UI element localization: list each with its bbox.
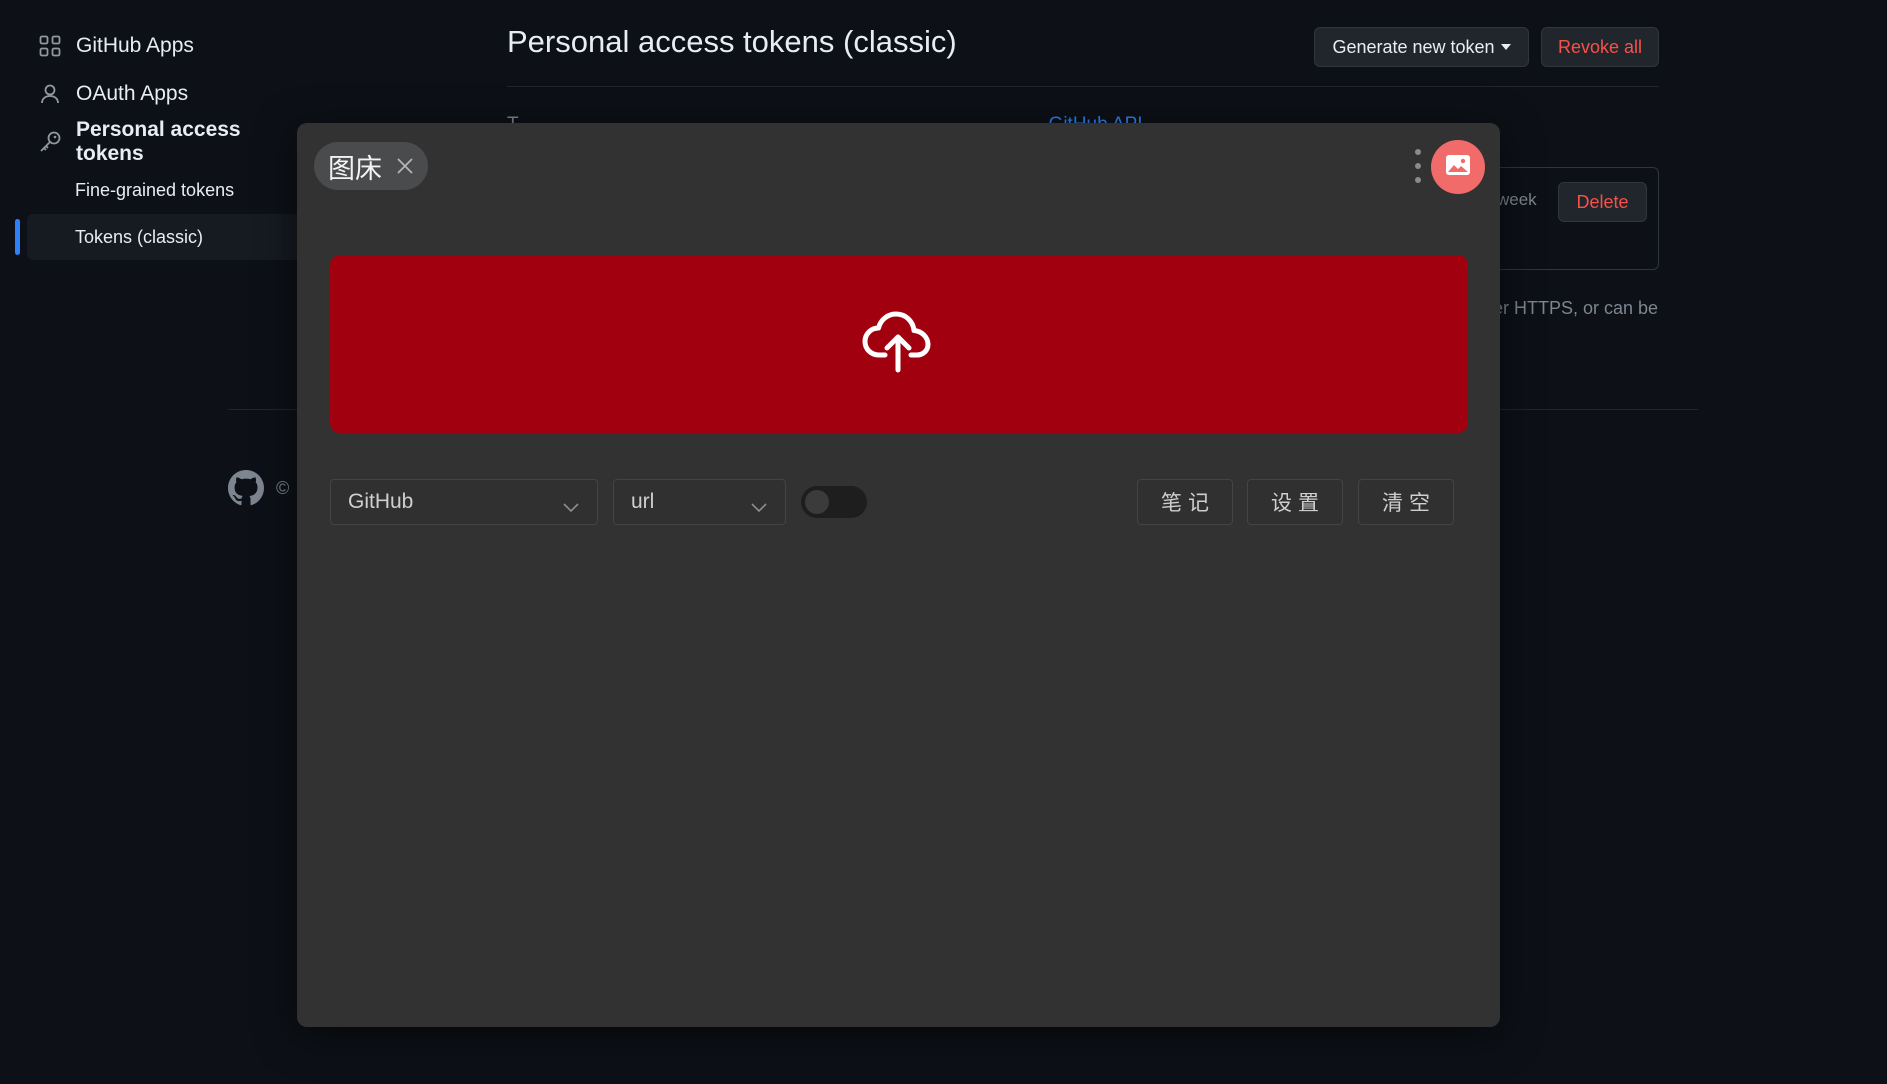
sidebar-item-label: OAuth Apps xyxy=(76,82,189,105)
format-select-value: url xyxy=(631,490,655,513)
image-host-modal: 图床 GitHub url 笔记 设置 清空 xyxy=(297,123,1500,1027)
sidebar-item-personal-access-tokens[interactable]: Personal access tokens xyxy=(38,118,300,165)
generate-new-token-label: Generate new token xyxy=(1332,36,1495,57)
clear-button[interactable]: 清空 xyxy=(1358,479,1454,525)
apps-grid-icon xyxy=(38,34,62,58)
token-expiry-text: week xyxy=(1497,190,1537,209)
notes-button[interactable]: 笔记 xyxy=(1137,479,1233,525)
github-logo-icon[interactable] xyxy=(228,470,264,506)
host-select-value: GitHub xyxy=(348,490,414,513)
https-text-fragment: er HTTPS, or can be xyxy=(1493,298,1659,318)
sidebar-item-oauth-apps[interactable]: OAuth Apps xyxy=(38,74,188,114)
sidebar-item-github-apps[interactable]: GitHub Apps xyxy=(38,26,194,66)
chevron-down-icon xyxy=(563,495,579,519)
cloud-upload-icon xyxy=(861,311,937,378)
tab-label: 图床 xyxy=(328,153,382,184)
page-title: Personal access tokens (classic) xyxy=(507,24,957,59)
revoke-all-button[interactable]: Revoke all xyxy=(1541,27,1659,67)
close-icon[interactable] xyxy=(396,157,414,175)
sidebar-subitem-label: Tokens (classic) xyxy=(75,226,204,247)
selection-indicator xyxy=(15,219,20,255)
upload-dropzone[interactable] xyxy=(330,255,1468,433)
more-options-icon[interactable] xyxy=(1413,149,1423,183)
image-avatar-button[interactable] xyxy=(1431,140,1485,194)
chevron-down-icon xyxy=(751,495,767,519)
sidebar-subitem-fine-grained[interactable]: Fine-grained tokens xyxy=(27,167,302,213)
sidebar-subitem-tokens-classic[interactable]: Tokens (classic) xyxy=(27,214,302,260)
sidebar-item-label: GitHub Apps xyxy=(76,34,194,57)
toggle-switch[interactable] xyxy=(801,486,867,518)
generate-new-token-button[interactable]: Generate new token xyxy=(1314,27,1529,67)
footer-copyright: © xyxy=(276,478,290,498)
tab-image-host[interactable]: 图床 xyxy=(314,142,428,190)
sidebar-item-label: Personal access tokens xyxy=(76,118,241,165)
key-icon xyxy=(38,130,62,154)
settings-button[interactable]: 设置 xyxy=(1247,479,1343,525)
host-select[interactable]: GitHub xyxy=(330,479,598,525)
delete-token-button[interactable]: Delete xyxy=(1558,182,1647,222)
format-select[interactable]: url xyxy=(613,479,786,525)
title-divider xyxy=(507,86,1659,87)
person-icon xyxy=(38,82,62,106)
image-icon xyxy=(1445,154,1471,181)
toggle-knob xyxy=(805,490,829,514)
sidebar-subitem-label: Fine-grained tokens xyxy=(75,179,235,200)
caret-down-icon xyxy=(1500,44,1511,50)
